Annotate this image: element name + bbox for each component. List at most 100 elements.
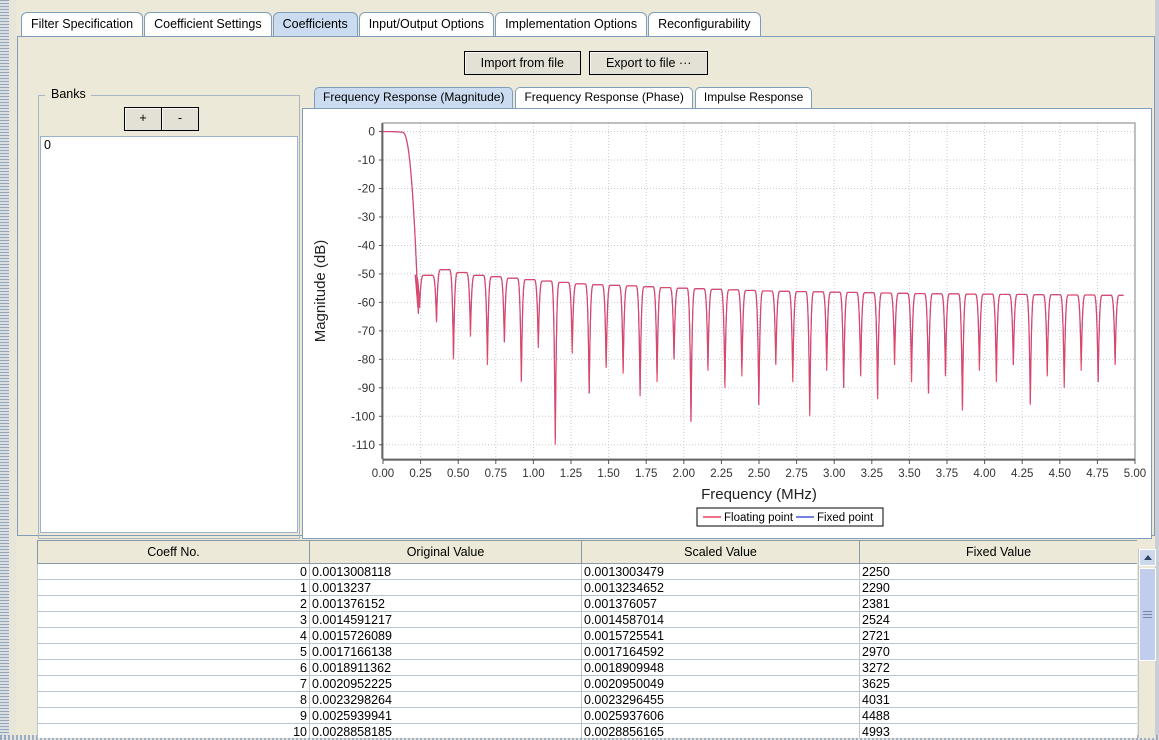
y-axis-title: Magnitude (dB): [312, 240, 329, 343]
x-axis-tick-label: 0.75: [485, 468, 507, 480]
table-row[interactable]: 20.0013761520.0013760572381: [38, 596, 1138, 612]
frequency-response-magnitude-chart: 0-10-20-30-40-50-60-70-80-90-100-1100.00…: [303, 109, 1151, 538]
table-column-header[interactable]: Original Value: [310, 541, 582, 564]
table-cell-original[interactable]: 0.0020952225: [310, 676, 582, 692]
table-cell-no[interactable]: 6: [38, 660, 310, 676]
bank-list-item[interactable]: 0: [41, 137, 297, 153]
main-tab-coefficients[interactable]: Coefficients: [273, 12, 358, 36]
table-cell-original[interactable]: 0.0025939941: [310, 708, 582, 724]
x-axis-tick-label: 1.25: [560, 468, 582, 480]
x-axis-tick-label: 0.50: [447, 468, 469, 480]
table-row[interactable]: 00.00130081180.00130034792250: [38, 564, 1138, 580]
table-cell-original[interactable]: 0.0013237: [310, 580, 582, 596]
table-row[interactable]: 40.00157260890.00157255412721: [38, 628, 1138, 644]
main-tab-coefficient-settings[interactable]: Coefficient Settings: [144, 12, 271, 36]
series-floating-point: [383, 132, 1124, 445]
table-cell-fixed[interactable]: 4031: [860, 692, 1138, 708]
x-axis-tick-label: 3.25: [861, 468, 883, 480]
x-axis-tick-label: 5.00: [1124, 468, 1146, 480]
table-cell-scaled[interactable]: 0.001376057: [582, 596, 860, 612]
table-cell-scaled[interactable]: 0.0025937606: [582, 708, 860, 724]
table-cell-no[interactable]: 2: [38, 596, 310, 612]
table-cell-scaled[interactable]: 0.0020950049: [582, 676, 860, 692]
y-axis-tick-label: -90: [358, 381, 376, 395]
table-row[interactable]: 30.00145912170.00145870142524: [38, 612, 1138, 628]
table-cell-original[interactable]: 0.0014591217: [310, 612, 582, 628]
x-axis-tick-label: 0.00: [372, 468, 394, 480]
scrollbar-thumb[interactable]: [1139, 568, 1156, 661]
scroll-up-button[interactable]: [1139, 549, 1156, 566]
magnitude-plot: 0-10-20-30-40-50-60-70-80-90-100-1100.00…: [303, 109, 1151, 538]
table-cell-fixed[interactable]: 2721: [860, 628, 1138, 644]
table-cell-no[interactable]: 3: [38, 612, 310, 628]
table-cell-scaled[interactable]: 0.0013234652: [582, 580, 860, 596]
table-row[interactable]: 70.00209522250.00209500493625: [38, 676, 1138, 692]
table-cell-scaled[interactable]: 0.0014587014: [582, 612, 860, 628]
table-cell-fixed[interactable]: 2524: [860, 612, 1138, 628]
x-axis-tick-label: 4.25: [1011, 468, 1033, 480]
bank-buttons: + -: [124, 107, 199, 131]
table-row[interactable]: 100.00288581850.00288561654993: [38, 724, 1138, 739]
legend-label: Floating point: [724, 512, 794, 524]
x-axis-tick-label: 2.25: [710, 468, 732, 480]
table-cell-original[interactable]: 0.0023298264: [310, 692, 582, 708]
x-axis-tick-label: 2.00: [673, 468, 695, 480]
chart-tab-frequency-response-magnitude[interactable]: Frequency Response (Magnitude): [314, 87, 513, 108]
table-cell-original[interactable]: 0.001376152: [310, 596, 582, 612]
table-cell-fixed[interactable]: 2970: [860, 644, 1138, 660]
table-column-header[interactable]: Scaled Value: [582, 541, 860, 564]
table-cell-scaled[interactable]: 0.0015725541: [582, 628, 860, 644]
banks-group-label: Banks: [48, 87, 89, 101]
x-axis-tick-label: 3.50: [898, 468, 920, 480]
chart-tab-frequency-response-phase[interactable]: Frequency Response (Phase): [515, 87, 692, 108]
main-tab-input-output-options[interactable]: Input/Output Options: [359, 12, 494, 36]
table-cell-no[interactable]: 8: [38, 692, 310, 708]
x-axis-tick-label: 0.25: [409, 468, 431, 480]
main-tab-implementation-options[interactable]: Implementation Options: [495, 12, 647, 36]
table-column-header[interactable]: Fixed Value: [860, 541, 1138, 564]
add-bank-button[interactable]: +: [124, 107, 162, 131]
remove-bank-button[interactable]: -: [161, 107, 199, 131]
table-cell-original[interactable]: 0.0015726089: [310, 628, 582, 644]
table-cell-scaled[interactable]: 0.0023296455: [582, 692, 860, 708]
table-cell-fixed[interactable]: 3625: [860, 676, 1138, 692]
filter-designer-window: Filter SpecificationCoefficient Settings…: [0, 0, 1159, 740]
x-axis-tick-label: 4.75: [1086, 468, 1108, 480]
table-cell-scaled[interactable]: 0.0018909948: [582, 660, 860, 676]
main-tab-reconfigurability[interactable]: Reconfigurability: [648, 12, 760, 36]
import-from-file-button[interactable]: Import from file: [464, 51, 581, 75]
main-tab-filter-specification[interactable]: Filter Specification: [21, 12, 143, 36]
table-row[interactable]: 90.00259399410.00259376064488: [38, 708, 1138, 724]
y-axis-tick-label: -80: [358, 352, 376, 366]
table-column-header[interactable]: Coeff No.: [38, 541, 310, 564]
table-cell-scaled[interactable]: 0.0028856165: [582, 724, 860, 739]
table-cell-no[interactable]: 10: [38, 724, 310, 739]
table-cell-fixed[interactable]: 4488: [860, 708, 1138, 724]
table-cell-no[interactable]: 0: [38, 564, 310, 580]
table-cell-scaled[interactable]: 0.0017164592: [582, 644, 860, 660]
table-cell-fixed[interactable]: 3272: [860, 660, 1138, 676]
table-cell-fixed[interactable]: 2250: [860, 564, 1138, 580]
table-cell-no[interactable]: 4: [38, 628, 310, 644]
table-cell-original[interactable]: 0.0028858185: [310, 724, 582, 739]
chart-tab-impulse-response[interactable]: Impulse Response: [695, 87, 812, 108]
table-cell-no[interactable]: 5: [38, 644, 310, 660]
table-vertical-scrollbar[interactable]: [1138, 549, 1155, 738]
table-cell-fixed[interactable]: 4993: [860, 724, 1138, 739]
export-to-file-button[interactable]: Export to file ···: [589, 51, 708, 75]
table-cell-fixed[interactable]: 2381: [860, 596, 1138, 612]
table-cell-no[interactable]: 7: [38, 676, 310, 692]
table-cell-scaled[interactable]: 0.0013003479: [582, 564, 860, 580]
table-cell-no[interactable]: 9: [38, 708, 310, 724]
table-cell-no[interactable]: 1: [38, 580, 310, 596]
table-row[interactable]: 60.00189113620.00189099483272: [38, 660, 1138, 676]
table-cell-original[interactable]: 0.0013008118: [310, 564, 582, 580]
banks-list[interactable]: 0: [40, 136, 298, 533]
table-cell-fixed[interactable]: 2290: [860, 580, 1138, 596]
grip-icon: [1143, 611, 1152, 618]
table-row[interactable]: 50.00171661380.00171645922970: [38, 644, 1138, 660]
table-cell-original[interactable]: 0.0017166138: [310, 644, 582, 660]
table-cell-original[interactable]: 0.0018911362: [310, 660, 582, 676]
table-row[interactable]: 10.00132370.00132346522290: [38, 580, 1138, 596]
table-row[interactable]: 80.00232982640.00232964554031: [38, 692, 1138, 708]
